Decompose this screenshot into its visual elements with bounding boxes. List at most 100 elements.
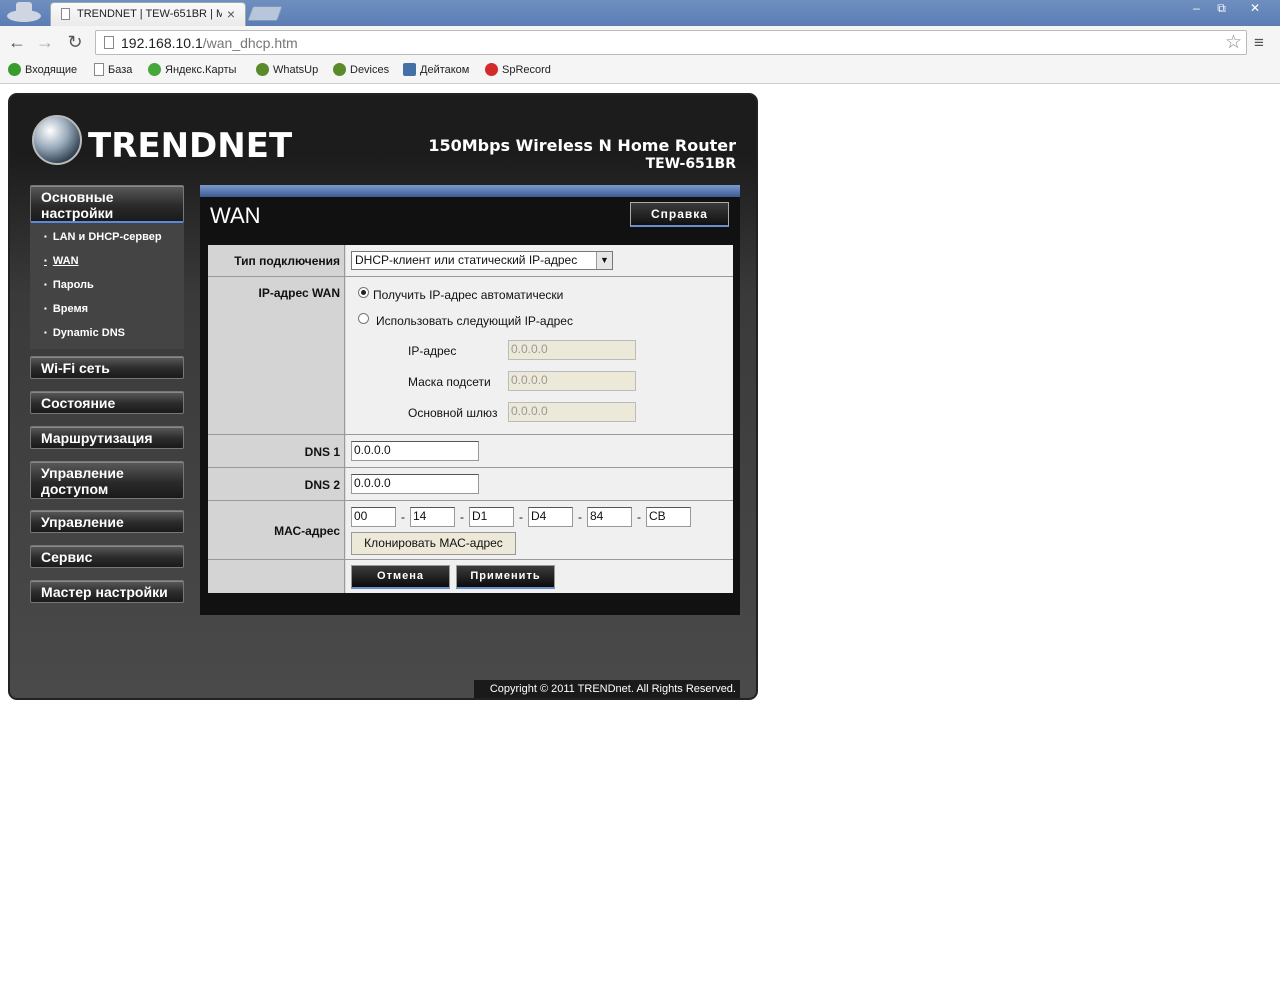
product-model: TEW-651BR — [645, 156, 736, 172]
mac-row: МАС-адрес 00 - 14 - D1 - D4 - 84 - CB Кл… — [208, 501, 733, 560]
minimize-button[interactable]: ‒ — [1184, 0, 1209, 18]
url-path: /wan_dhcp.htm — [202, 35, 298, 51]
mask-label: Маска подсети — [408, 375, 491, 389]
eye-icon — [333, 63, 346, 76]
gateway-label: Основной шлюз — [408, 406, 498, 420]
page-icon — [94, 63, 104, 76]
mac-octet-field[interactable]: D4 — [528, 507, 573, 527]
mac-octet-field[interactable]: 00 — [351, 507, 396, 527]
back-icon[interactable]: ← — [6, 32, 28, 52]
connection-type-select[interactable]: DHCP-клиент или статический IP-адрес ▼ — [351, 251, 613, 270]
sidebar-item-wan[interactable]: WAN — [44, 255, 79, 267]
ip-field[interactable]: 0.0.0.0 — [508, 340, 636, 360]
wan-form: Тип подключения DHCP-клиент или статичес… — [208, 245, 733, 593]
bookmark-item[interactable]: Devices — [333, 63, 389, 76]
sidebar-item-password[interactable]: Пароль — [44, 279, 94, 291]
bookmark-item[interactable]: SpRecord — [485, 63, 551, 76]
address-bar[interactable]: 192.168.10.1/wan_dhcp.htm ☆ — [95, 30, 1247, 55]
chevron-down-icon: ▼ — [596, 252, 612, 269]
panel-header-bar — [200, 185, 740, 197]
bookmark-label: Дейтаком — [420, 64, 470, 76]
bookmark-label: SpRecord — [502, 64, 551, 76]
sidebar-section-routing[interactable]: Маршрутизация — [30, 426, 184, 449]
mac-separator: - — [401, 510, 405, 524]
sidebar-section-wizard[interactable]: Мастер настройки — [30, 580, 184, 603]
bookmark-item[interactable]: WhatsUp — [256, 63, 318, 76]
bookmark-label: WhatsUp — [273, 64, 319, 76]
tab-close-icon[interactable]: × — [227, 6, 235, 22]
radio-manual-ip[interactable] — [358, 313, 369, 324]
mask-field[interactable]: 0.0.0.0 — [508, 371, 636, 391]
mac-label: МАС-адрес — [208, 501, 345, 559]
eye-icon — [256, 63, 269, 76]
router-page: TRENDNET 150Mbps Wireless N Home Router … — [8, 93, 758, 700]
ip-label: IP-адрес — [408, 344, 457, 358]
wan-ip-label: IP-адрес WAN — [208, 277, 345, 434]
window-titlebar: TRENDNET | TEW-651BR | M × ‒ ⧉ ✕ — [0, 0, 1280, 26]
sidebar-item-time[interactable]: Время — [44, 303, 88, 315]
actions-row: Отмена Применить — [208, 560, 733, 593]
sidebar-section-wifi[interactable]: Wi-Fi сеть — [30, 356, 184, 379]
mac-separator: - — [460, 510, 464, 524]
apply-button[interactable]: Применить — [456, 565, 555, 589]
radio-auto-ip[interactable] — [358, 287, 369, 298]
connection-type-label: Тип подключения — [208, 245, 345, 276]
forward-icon[interactable]: → — [34, 32, 56, 52]
dns1-field[interactable]: 0.0.0.0 — [351, 441, 479, 461]
mac-octet-field[interactable]: 14 — [410, 507, 455, 527]
connection-type-row: Тип подключения DHCP-клиент или статичес… — [208, 245, 733, 277]
page-icon — [104, 36, 114, 49]
sidebar-section-basic[interactable]: Основные настройки — [30, 185, 184, 223]
menu-icon[interactable]: ≡ — [1254, 33, 1264, 53]
dns2-label: DNS 2 — [208, 468, 345, 500]
radio-auto-label: Получить IP-адрес автоматически — [373, 288, 564, 302]
dns2-field[interactable]: 0.0.0.0 — [351, 474, 479, 494]
sp-icon — [485, 63, 498, 76]
product-title: 150Mbps Wireless N Home Router TEW-651BR — [428, 136, 736, 172]
bookmark-item[interactable]: База — [94, 63, 132, 76]
sidebar-section-management[interactable]: Управление — [30, 510, 184, 533]
browser-tab[interactable]: TRENDNET | TEW-651BR | M × — [50, 2, 246, 26]
dns1-label: DNS 1 — [208, 435, 345, 467]
sidebar-item-lan[interactable]: LAN и DHCP-сервер — [44, 231, 162, 243]
url-host: 192.168.10.1 — [121, 35, 203, 51]
sidebar-item-ddns[interactable]: Dynamic DNS — [44, 327, 125, 339]
reload-icon[interactable]: ↻ — [64, 32, 86, 52]
wan-ip-row: IP-адрес WAN Получить IP-адрес автоматич… — [208, 277, 733, 435]
logo-globe-icon — [32, 115, 82, 165]
mac-separator: - — [519, 510, 523, 524]
mac-octet-field[interactable]: 84 — [587, 507, 632, 527]
sidebar-section-service[interactable]: Сервис — [30, 545, 184, 568]
connection-type-value: DHCP-клиент или статический IP-адрес — [355, 253, 578, 267]
bookmark-label: Входящие — [25, 64, 78, 76]
mac-separator: - — [637, 510, 641, 524]
help-button[interactable]: Справка — [630, 202, 729, 227]
bookmark-star-icon[interactable]: ☆ — [1225, 31, 1242, 54]
mac-separator: - — [578, 510, 582, 524]
wan-panel: WAN Справка Тип подключения DHCP-клиент … — [200, 185, 740, 615]
brand-name: TRENDNET — [88, 126, 293, 166]
bookmark-item[interactable]: Входящие — [8, 63, 77, 76]
maximize-button[interactable]: ⧉ — [1209, 0, 1234, 18]
cancel-button[interactable]: Отмена — [351, 565, 450, 589]
d-icon — [403, 63, 416, 76]
mac-octet-field[interactable]: CB — [646, 507, 691, 527]
page-title: WAN — [210, 203, 261, 228]
bookmark-label: Devices — [350, 64, 390, 76]
page-icon — [61, 8, 70, 20]
product-line: 150Mbps Wireless N Home Router — [428, 136, 736, 155]
bookmark-item[interactable]: Яндекс.Карты — [148, 63, 236, 76]
new-tab-button[interactable] — [247, 6, 283, 21]
bookmark-label: Яндекс.Карты — [165, 64, 237, 76]
sidebar-section-access[interactable]: Управление доступом — [30, 461, 184, 499]
close-window-button[interactable]: ✕ — [1234, 0, 1276, 18]
gateway-field[interactable]: 0.0.0.0 — [508, 402, 636, 422]
bookmarks-bar: Входящие База Яндекс.Карты WhatsUp Devic… — [0, 58, 1280, 84]
clone-mac-button[interactable]: Клонировать МАС-адрес — [351, 532, 516, 555]
tab-title: TRENDNET | TEW-651BR | M — [77, 8, 222, 20]
actions-label-cell — [208, 560, 345, 593]
mac-octet-field[interactable]: D1 — [469, 507, 514, 527]
phone-icon — [8, 63, 21, 76]
bookmark-item[interactable]: Дейтаком — [403, 63, 469, 76]
sidebar-section-status[interactable]: Состояние — [30, 391, 184, 414]
